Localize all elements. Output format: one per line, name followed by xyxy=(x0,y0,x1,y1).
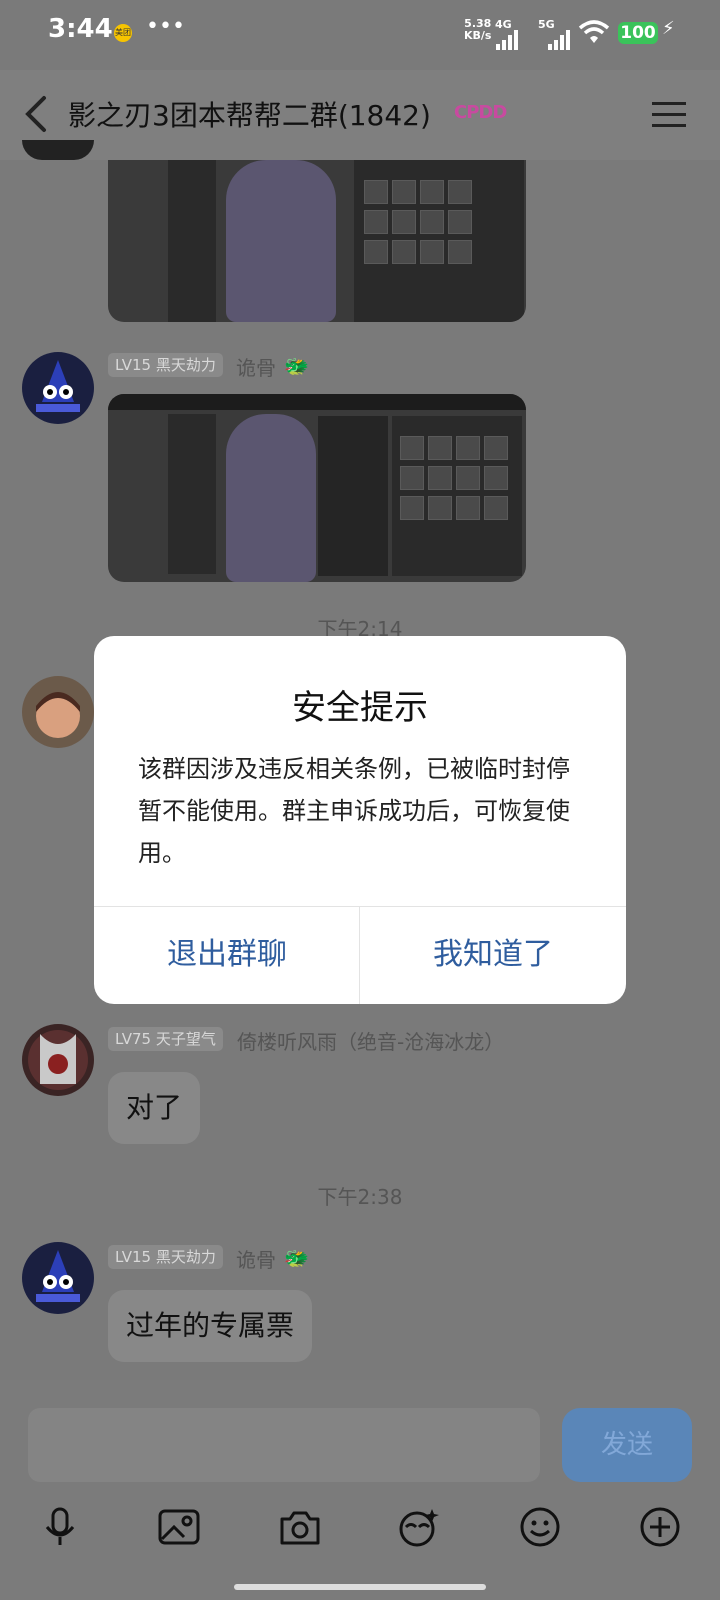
member-title-icon: 🐲 xyxy=(284,354,309,378)
exit-group-button[interactable]: 退出群聊 xyxy=(94,906,360,1004)
more-notifications-icon: ••• xyxy=(146,14,185,39)
send-button[interactable]: 发送 xyxy=(562,1408,692,1482)
camera-icon[interactable] xyxy=(278,1505,322,1549)
avatar[interactable] xyxy=(22,676,94,748)
avatar[interactable] xyxy=(22,1242,94,1314)
member-name[interactable]: 诡骨 xyxy=(236,1244,276,1273)
status-bar: 3:44 美团 ••• 5.38 KB/s 4G 5G 100 ⚡ xyxy=(0,0,720,70)
message-bubble[interactable]: 过年的专属票 xyxy=(108,1290,313,1362)
network-speed: 5.38 KB/s xyxy=(464,18,491,42)
back-icon[interactable] xyxy=(22,94,52,134)
status-time: 3:44 xyxy=(48,14,113,44)
avatar-partial[interactable] xyxy=(22,140,94,160)
security-alert-dialog: 安全提示 该群因涉及违反相关条例，已被临时封停暂不能使用。群主申诉成功后，可恢复… xyxy=(94,636,626,1004)
member-title-icon: 🐲 xyxy=(284,1246,309,1270)
group-title: 影之刃3团本帮帮二群(1842) xyxy=(68,99,431,132)
chat-image[interactable] xyxy=(108,394,526,582)
dialog-message: 该群因涉及违反相关条例，已被临时封停暂不能使用。群主申诉成功后，可恢复使用。 xyxy=(138,755,570,867)
image-icon[interactable] xyxy=(157,1505,201,1549)
avatar-warrior-icon xyxy=(28,1030,88,1090)
home-indicator[interactable] xyxy=(234,1584,486,1590)
avatar-blue-creature-icon xyxy=(36,360,80,412)
microphone-icon[interactable] xyxy=(38,1505,82,1549)
avatar[interactable] xyxy=(22,352,94,424)
signal-icon-2 xyxy=(548,30,570,50)
message-input[interactable] xyxy=(28,1408,540,1482)
menu-icon[interactable] xyxy=(652,100,686,130)
member-name[interactable]: 诡骨 xyxy=(236,352,276,381)
member-level-badge: LV15 黑天劫力 xyxy=(108,1245,223,1269)
dialog-title: 安全提示 xyxy=(292,688,428,728)
timestamp: 下午2:38 xyxy=(317,1185,403,1209)
add-icon[interactable] xyxy=(638,1505,682,1549)
member-level-badge: LV15 黑天劫力 xyxy=(108,353,223,377)
member-level-badge: LV75 天子望气 xyxy=(108,1027,223,1051)
battery-level: 100 xyxy=(618,22,658,44)
avatar-girl-icon xyxy=(36,692,80,738)
network-speed-unit: KB/s xyxy=(464,29,492,42)
chat-header: 影之刃3团本帮帮二群(1842) CPDD xyxy=(0,70,720,160)
cpdd-badge: CPDD xyxy=(454,102,507,123)
app-notification-icon: 美团 xyxy=(114,24,132,42)
signal-icon-1 xyxy=(496,30,518,50)
avatar[interactable] xyxy=(22,1024,94,1096)
avatar-blue-creature-icon xyxy=(36,1250,80,1302)
emoji-icon[interactable] xyxy=(518,1505,562,1549)
acknowledge-button[interactable]: 我知道了 xyxy=(360,906,626,1004)
member-name[interactable]: 倚楼听风雨（绝音-沧海冰龙） xyxy=(237,1026,504,1055)
charging-icon: ⚡ xyxy=(662,18,675,39)
sticker-icon[interactable] xyxy=(396,1505,440,1549)
chat-image[interactable] xyxy=(108,160,526,322)
wifi-icon xyxy=(578,20,610,43)
message-bubble[interactable]: 对了 xyxy=(108,1072,201,1144)
